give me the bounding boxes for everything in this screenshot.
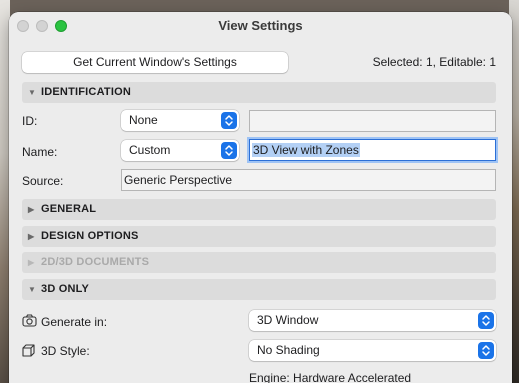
section-3d-only-label: 3D ONLY bbox=[41, 283, 90, 295]
section-identification-label: IDENTIFICATION bbox=[41, 86, 131, 98]
id-field[interactable] bbox=[249, 110, 496, 132]
id-label: ID: bbox=[22, 114, 38, 128]
section-3d-only[interactable]: ▼ 3D ONLY bbox=[22, 279, 496, 300]
window-title: View Settings bbox=[218, 18, 303, 33]
view-settings-dialog: View Settings Get Current Window's Setti… bbox=[9, 12, 512, 383]
camera-icon bbox=[22, 314, 37, 330]
name-label: Name: bbox=[22, 145, 58, 159]
stepper-icon bbox=[478, 342, 494, 359]
stepper-icon bbox=[221, 142, 237, 159]
generate-in-popup[interactable]: 3D Window bbox=[249, 310, 496, 331]
id-popup[interactable]: None bbox=[121, 110, 239, 131]
3d-style-popup[interactable]: No Shading bbox=[249, 340, 496, 361]
section-general[interactable]: ▶ GENERAL bbox=[22, 199, 496, 220]
selection-info: Selected: 1, Editable: 1 bbox=[372, 55, 496, 69]
disclosure-triangle-icon: ▶ bbox=[28, 232, 35, 241]
disclosure-triangle-icon: ▼ bbox=[28, 88, 37, 97]
engine-info: Engine: Hardware Accelerated bbox=[249, 371, 412, 383]
name-field[interactable]: 3D View with Zones bbox=[249, 139, 496, 161]
source-label: Source: bbox=[22, 174, 64, 188]
3d-style-label: 3D Style: bbox=[41, 344, 90, 358]
generate-in-value: 3D Window bbox=[257, 313, 319, 327]
section-design-options-label: DESIGN OPTIONS bbox=[41, 230, 139, 242]
title-bar: View Settings bbox=[9, 12, 512, 40]
3d-style-value: No Shading bbox=[257, 343, 320, 357]
section-identification[interactable]: ▼ IDENTIFICATION bbox=[22, 82, 496, 103]
stepper-icon bbox=[478, 312, 494, 329]
section-2d3d-documents-label: 2D/3D DOCUMENTS bbox=[41, 256, 150, 268]
name-field-text: 3D View with Zones bbox=[252, 143, 360, 157]
get-current-window-settings-button[interactable]: Get Current Window's Settings bbox=[22, 52, 288, 73]
id-popup-value: None bbox=[129, 113, 158, 127]
section-general-label: GENERAL bbox=[41, 203, 97, 215]
source-field: Generic Perspective bbox=[121, 169, 496, 191]
section-design-options[interactable]: ▶ DESIGN OPTIONS bbox=[22, 226, 496, 247]
section-2d3d-documents: ▶ 2D/3D DOCUMENTS bbox=[22, 252, 496, 273]
disclosure-triangle-icon: ▶ bbox=[28, 205, 35, 214]
name-popup[interactable]: Custom bbox=[121, 140, 239, 161]
disclosure-triangle-icon: ▼ bbox=[28, 285, 37, 294]
name-popup-value: Custom bbox=[129, 143, 171, 157]
stepper-icon bbox=[221, 112, 237, 129]
generate-in-label: Generate in: bbox=[41, 315, 108, 329]
disclosure-triangle-icon: ▶ bbox=[28, 258, 35, 267]
cube-icon bbox=[22, 344, 35, 360]
